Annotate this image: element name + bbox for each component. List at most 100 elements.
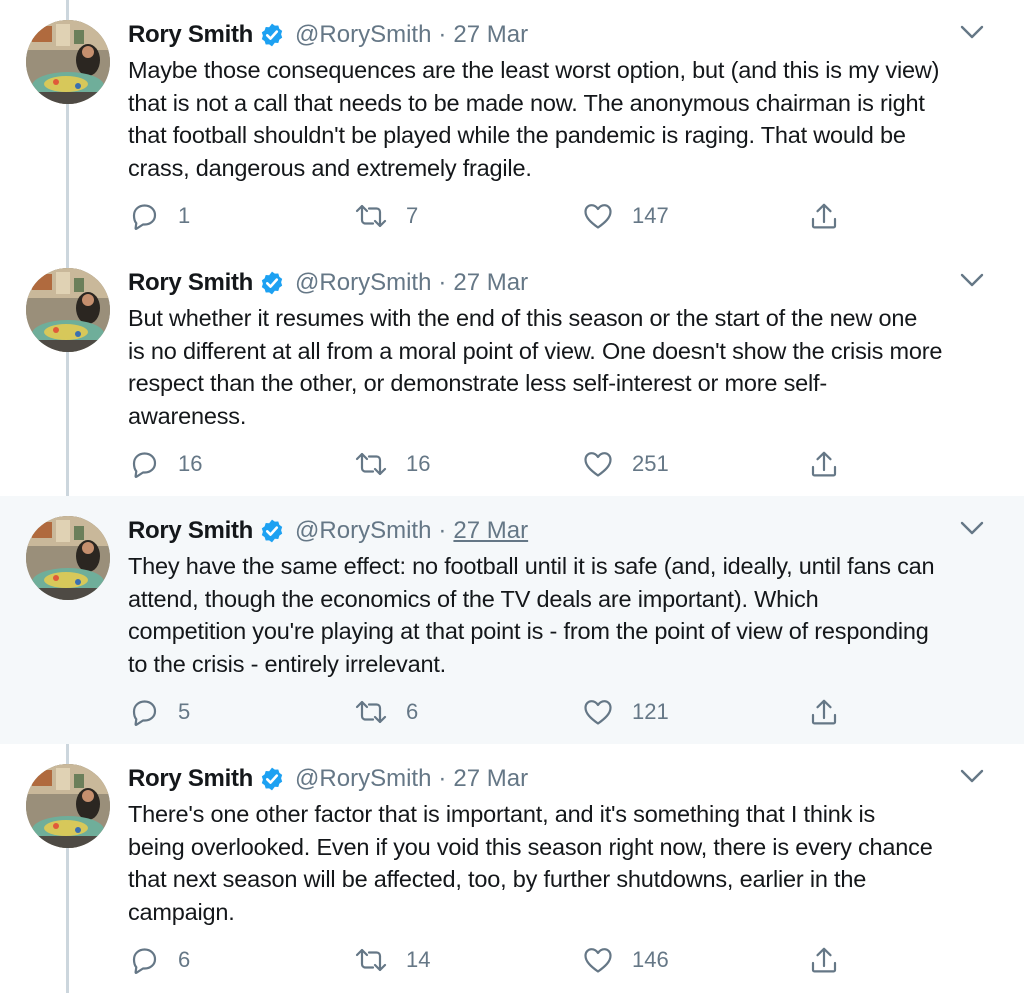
tweet-text-line: competition you're playing at that point… xyxy=(128,618,929,644)
retweet-button[interactable]: 14 xyxy=(354,940,430,980)
reply-count: 1 xyxy=(178,203,191,228)
reply-button[interactable]: 5 xyxy=(128,692,190,732)
heart-icon xyxy=(582,449,614,479)
reply-icon xyxy=(128,201,160,231)
chevron-down-icon[interactable] xyxy=(958,22,986,42)
separator-dot: · xyxy=(438,765,447,792)
heart-icon xyxy=(582,697,614,727)
retweet-count: 14 xyxy=(406,947,431,972)
verified-badge-icon xyxy=(259,22,285,48)
tweet[interactable]: Rory Smith @RorySmith · 27 Mar But wheth… xyxy=(0,248,1024,496)
reply-count: 16 xyxy=(178,451,203,476)
tweet-date[interactable]: 27 Mar xyxy=(453,21,528,49)
verified-badge-icon xyxy=(259,518,285,544)
avatar[interactable] xyxy=(26,268,110,352)
retweet-count: 16 xyxy=(406,451,431,476)
like-count: 146 xyxy=(632,947,669,972)
avatar[interactable] xyxy=(26,764,110,848)
tweet-date[interactable]: 27 Mar xyxy=(453,517,528,545)
tweet-text: But whether it resumes with the end of t… xyxy=(128,302,998,432)
tweet-text-line: Maybe those consequences are the least w… xyxy=(128,57,940,83)
author-handle[interactable]: @RorySmith xyxy=(295,269,431,297)
reply-button[interactable]: 6 xyxy=(128,940,190,980)
tweet-text-line: that is not a call that needs to be made… xyxy=(128,89,925,116)
retweet-button[interactable]: 6 xyxy=(354,692,418,732)
reply-icon xyxy=(128,945,160,975)
avatar[interactable] xyxy=(26,516,110,600)
author-name[interactable]: Rory Smith xyxy=(128,765,253,793)
share-button[interactable] xyxy=(808,444,840,484)
tweet-text-line: crass, dangerous and extremely fragile. xyxy=(128,154,532,181)
share-icon xyxy=(808,449,840,479)
tweet-text-line: respect than the other, or demonstrate l… xyxy=(128,370,827,396)
tweet-text-line: They have the same effect: no football u… xyxy=(128,553,935,579)
tweet-text-line: There's one other factor that is importa… xyxy=(128,801,876,827)
tweet-header: Rory Smith @RorySmith · 27 Mar xyxy=(128,514,528,548)
chevron-down-icon[interactable] xyxy=(958,270,986,290)
reply-icon xyxy=(128,449,160,479)
share-button[interactable] xyxy=(808,692,840,732)
share-icon xyxy=(808,945,840,975)
reply-icon xyxy=(128,697,160,727)
like-count: 147 xyxy=(632,203,669,228)
retweet-icon xyxy=(354,945,388,975)
reply-count: 6 xyxy=(178,947,191,972)
retweet-icon xyxy=(354,697,388,727)
retweet-icon xyxy=(354,449,388,479)
tweet-text: There's one other factor that is importa… xyxy=(128,798,998,928)
author-handle[interactable]: @RorySmith xyxy=(295,517,431,545)
separator-dot: · xyxy=(438,269,447,296)
tweet-text-line: is no different at all from a moral poin… xyxy=(128,337,943,364)
tweet[interactable]: Rory Smith @RorySmith · 27 Mar They have… xyxy=(0,496,1024,744)
share-icon xyxy=(808,201,840,231)
avatar[interactable] xyxy=(26,20,110,104)
author-name[interactable]: Rory Smith xyxy=(128,21,253,49)
like-button[interactable]: 147 xyxy=(582,196,669,236)
author-name[interactable]: Rory Smith xyxy=(128,517,253,545)
share-icon xyxy=(808,697,840,727)
like-count: 121 xyxy=(632,699,669,724)
chevron-down-icon[interactable] xyxy=(958,518,986,538)
tweet-date[interactable]: 27 Mar xyxy=(453,765,528,793)
reply-count: 5 xyxy=(178,699,191,724)
retweet-count: 6 xyxy=(406,699,419,724)
like-button[interactable]: 251 xyxy=(582,444,669,484)
tweet-text-line: attend, though the economics of the TV d… xyxy=(128,585,819,612)
verified-badge-icon xyxy=(259,270,285,296)
like-button[interactable]: 121 xyxy=(582,692,669,732)
separator-dot: · xyxy=(438,517,447,544)
retweet-button[interactable]: 16 xyxy=(354,444,430,484)
tweet-text-line: that football shouldn't be played while … xyxy=(128,122,906,148)
author-name[interactable]: Rory Smith xyxy=(128,269,253,297)
reply-button[interactable]: 1 xyxy=(128,196,190,236)
verified-badge-icon xyxy=(259,766,285,792)
tweet-text-line: that next season will be affected, too, … xyxy=(128,866,867,892)
heart-icon xyxy=(582,945,614,975)
tweet-header: Rory Smith @RorySmith · 27 Mar xyxy=(128,266,528,300)
tweet-text: They have the same effect: no football u… xyxy=(128,550,998,680)
tweet-text-line: campaign. xyxy=(128,898,235,925)
tweet-header: Rory Smith @RorySmith · 27 Mar xyxy=(128,762,528,796)
tweet-header: Rory Smith @RorySmith · 27 Mar xyxy=(128,18,528,52)
reply-button[interactable]: 16 xyxy=(128,444,202,484)
tweet[interactable]: Rory Smith @RorySmith · 27 Mar Maybe tho… xyxy=(0,0,1024,248)
tweet[interactable]: Rory Smith @RorySmith · 27 Mar There's o… xyxy=(0,744,1024,992)
separator-dot: · xyxy=(438,21,447,48)
tweet-text-line: awareness. xyxy=(128,402,247,429)
chevron-down-icon[interactable] xyxy=(958,766,986,786)
share-button[interactable] xyxy=(808,940,840,980)
retweet-icon xyxy=(354,201,388,231)
like-button[interactable]: 146 xyxy=(582,940,669,980)
retweet-button[interactable]: 7 xyxy=(354,196,418,236)
heart-icon xyxy=(582,201,614,231)
tweet-text-line: But whether it resumes with the end of t… xyxy=(128,305,918,331)
tweet-date[interactable]: 27 Mar xyxy=(453,269,528,297)
retweet-count: 7 xyxy=(406,203,419,228)
author-handle[interactable]: @RorySmith xyxy=(295,21,431,49)
like-count: 251 xyxy=(632,451,669,476)
tweet-text-line: being overlooked. Even if you void this … xyxy=(128,833,933,860)
tweet-text-line: to the crisis - entirely irrelevant. xyxy=(128,650,446,677)
tweet-text: Maybe those consequences are the least w… xyxy=(128,54,998,184)
author-handle[interactable]: @RorySmith xyxy=(295,765,431,793)
share-button[interactable] xyxy=(808,196,840,236)
